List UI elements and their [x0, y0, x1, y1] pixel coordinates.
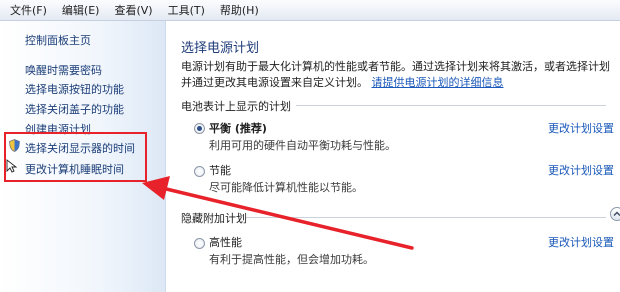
plan-details-link[interactable]: 请提供电源计划的详细信息	[372, 76, 504, 89]
page-title: 选择电源计划	[181, 41, 260, 56]
chevron-up-icon	[613, 211, 620, 216]
change-plan-settings-link[interactable]: 更改计划设置	[548, 120, 614, 136]
plan-desc-high-performance: 有利于提高性能，但会增加功耗。	[209, 253, 374, 266]
section-divider	[296, 105, 606, 106]
collapse-button[interactable]	[610, 207, 620, 221]
intro-text: 电源计划有助于最大化计算机的性能或者节能。通过选择计划来将其激活，或者选择计划并…	[181, 59, 616, 91]
sidebar-item-control-panel-home[interactable]: 控制面板主页	[25, 32, 91, 48]
section-label-battery-plans: 电池表计上显示的计划	[181, 100, 291, 113]
sidebar-item-power-button[interactable]: 选择电源按钮的功能	[25, 81, 124, 97]
sidebar-item-lid-close[interactable]: 选择关闭盖子的功能	[25, 101, 124, 117]
menu-help[interactable]: 帮助(H)	[212, 2, 266, 18]
plan-radio-power-saver[interactable]	[194, 166, 205, 177]
section-divider	[246, 217, 606, 218]
plan-desc-balanced: 利用可用的硬件自动平衡功耗与性能。	[209, 139, 396, 152]
menu-tools[interactable]: 工具(T)	[160, 2, 212, 18]
plan-name-power-saver: 节能	[209, 164, 231, 177]
plan-radio-balanced[interactable]	[194, 123, 205, 134]
plan-name-balanced: 平衡 (推荐)	[209, 122, 267, 135]
menu-file[interactable]: 文件(F)	[0, 2, 54, 18]
main-content: 选择电源计划 电源计划有助于最大化计算机的性能或者节能。通过选择计划来将其激活，…	[166, 21, 620, 292]
plan-radio-high-performance[interactable]	[194, 238, 205, 249]
annotation-highlight-box	[4, 132, 147, 182]
section-label-hidden-plans[interactable]: 隐藏附加计划	[181, 210, 247, 226]
plan-name-high-performance: 高性能	[209, 236, 242, 249]
change-plan-settings-link[interactable]: 更改计划设置	[548, 162, 614, 178]
menu-view[interactable]: 查看(V)	[106, 2, 159, 18]
menu-bar: 文件(F) 编辑(E) 查看(V) 工具(T) 帮助(H)	[0, 0, 620, 21]
plan-desc-power-saver: 尽可能降低计算机性能以节能。	[209, 181, 363, 194]
menu-edit[interactable]: 编辑(E)	[54, 2, 107, 18]
sidebar-item-wake-password[interactable]: 唤醒时需要密码	[25, 62, 102, 78]
change-plan-settings-link[interactable]: 更改计划设置	[548, 234, 614, 250]
